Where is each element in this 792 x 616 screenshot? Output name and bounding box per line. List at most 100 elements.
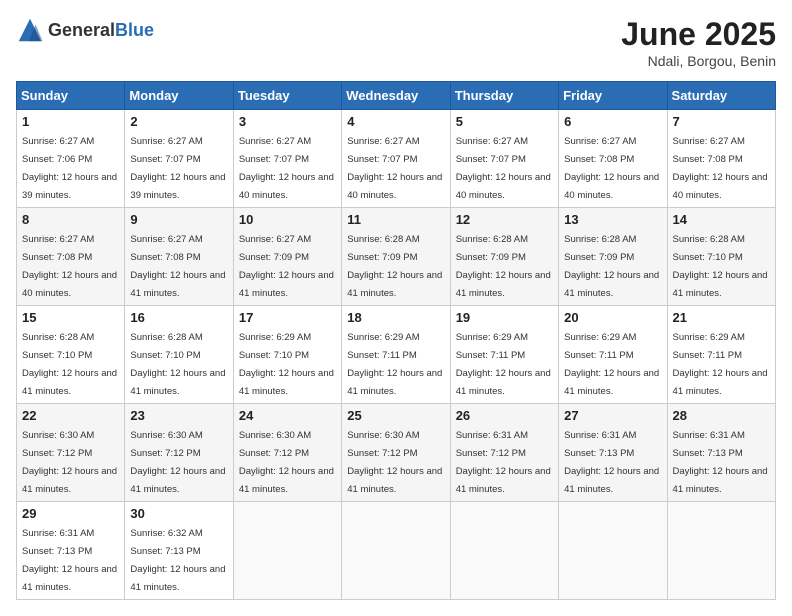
calendar-cell: 16 Sunrise: 6:28 AMSunset: 7:10 PMDaylig… [125,306,233,404]
day-info: Sunrise: 6:28 AMSunset: 7:09 PMDaylight:… [347,234,442,299]
calendar-cell: 20 Sunrise: 6:29 AMSunset: 7:11 PMDaylig… [559,306,667,404]
day-info: Sunrise: 6:30 AMSunset: 7:12 PMDaylight:… [347,430,442,495]
calendar-cell: 17 Sunrise: 6:29 AMSunset: 7:10 PMDaylig… [233,306,341,404]
calendar-table: SundayMondayTuesdayWednesdayThursdayFrid… [16,81,776,600]
calendar-cell [450,502,558,600]
day-number: 4 [347,114,444,129]
day-info: Sunrise: 6:30 AMSunset: 7:12 PMDaylight:… [130,430,225,495]
day-number: 30 [130,506,227,521]
day-number: 3 [239,114,336,129]
day-info: Sunrise: 6:31 AMSunset: 7:13 PMDaylight:… [22,528,117,593]
calendar-cell: 3 Sunrise: 6:27 AMSunset: 7:07 PMDayligh… [233,110,341,208]
day-number: 12 [456,212,553,227]
day-info: Sunrise: 6:29 AMSunset: 7:10 PMDaylight:… [239,332,334,397]
calendar-cell: 18 Sunrise: 6:29 AMSunset: 7:11 PMDaylig… [342,306,450,404]
month-title: June 2025 [621,16,776,53]
day-number: 17 [239,310,336,325]
day-number: 11 [347,212,444,227]
day-number: 18 [347,310,444,325]
calendar-cell: 1 Sunrise: 6:27 AMSunset: 7:06 PMDayligh… [17,110,125,208]
weekday-header: Monday [125,82,233,110]
day-number: 24 [239,408,336,423]
day-number: 28 [673,408,770,423]
day-info: Sunrise: 6:27 AMSunset: 7:07 PMDaylight:… [130,136,225,201]
weekday-header: Sunday [17,82,125,110]
calendar-week-row: 8 Sunrise: 6:27 AMSunset: 7:08 PMDayligh… [17,208,776,306]
weekday-header: Thursday [450,82,558,110]
day-number: 13 [564,212,661,227]
day-info: Sunrise: 6:27 AMSunset: 7:09 PMDaylight:… [239,234,334,299]
calendar-cell: 27 Sunrise: 6:31 AMSunset: 7:13 PMDaylig… [559,404,667,502]
weekday-header: Friday [559,82,667,110]
day-info: Sunrise: 6:27 AMSunset: 7:08 PMDaylight:… [564,136,659,201]
day-info: Sunrise: 6:27 AMSunset: 7:07 PMDaylight:… [456,136,551,201]
calendar-cell: 22 Sunrise: 6:30 AMSunset: 7:12 PMDaylig… [17,404,125,502]
weekday-header: Wednesday [342,82,450,110]
day-info: Sunrise: 6:27 AMSunset: 7:06 PMDaylight:… [22,136,117,201]
calendar-cell: 26 Sunrise: 6:31 AMSunset: 7:12 PMDaylig… [450,404,558,502]
calendar-cell: 2 Sunrise: 6:27 AMSunset: 7:07 PMDayligh… [125,110,233,208]
calendar-cell: 15 Sunrise: 6:28 AMSunset: 7:10 PMDaylig… [17,306,125,404]
calendar-cell: 4 Sunrise: 6:27 AMSunset: 7:07 PMDayligh… [342,110,450,208]
calendar-header-row: SundayMondayTuesdayWednesdayThursdayFrid… [17,82,776,110]
day-number: 27 [564,408,661,423]
calendar-cell: 11 Sunrise: 6:28 AMSunset: 7:09 PMDaylig… [342,208,450,306]
day-number: 22 [22,408,119,423]
day-number: 1 [22,114,119,129]
day-info: Sunrise: 6:29 AMSunset: 7:11 PMDaylight:… [673,332,768,397]
calendar-cell: 9 Sunrise: 6:27 AMSunset: 7:08 PMDayligh… [125,208,233,306]
title-area: June 2025 Ndali, Borgou, Benin [621,16,776,69]
weekday-header: Saturday [667,82,775,110]
day-number: 16 [130,310,227,325]
day-info: Sunrise: 6:31 AMSunset: 7:12 PMDaylight:… [456,430,551,495]
calendar-cell: 28 Sunrise: 6:31 AMSunset: 7:13 PMDaylig… [667,404,775,502]
day-info: Sunrise: 6:29 AMSunset: 7:11 PMDaylight:… [347,332,442,397]
calendar-week-row: 29 Sunrise: 6:31 AMSunset: 7:13 PMDaylig… [17,502,776,600]
day-number: 25 [347,408,444,423]
logo-text-blue: Blue [115,20,154,40]
calendar-cell: 8 Sunrise: 6:27 AMSunset: 7:08 PMDayligh… [17,208,125,306]
calendar-week-row: 15 Sunrise: 6:28 AMSunset: 7:10 PMDaylig… [17,306,776,404]
day-number: 14 [673,212,770,227]
day-number: 8 [22,212,119,227]
day-info: Sunrise: 6:27 AMSunset: 7:08 PMDaylight:… [673,136,768,201]
calendar-cell: 14 Sunrise: 6:28 AMSunset: 7:10 PMDaylig… [667,208,775,306]
calendar-week-row: 1 Sunrise: 6:27 AMSunset: 7:06 PMDayligh… [17,110,776,208]
day-number: 26 [456,408,553,423]
calendar-cell: 13 Sunrise: 6:28 AMSunset: 7:09 PMDaylig… [559,208,667,306]
calendar-cell [233,502,341,600]
day-number: 15 [22,310,119,325]
calendar-cell [342,502,450,600]
calendar-cell: 29 Sunrise: 6:31 AMSunset: 7:13 PMDaylig… [17,502,125,600]
calendar-cell: 30 Sunrise: 6:32 AMSunset: 7:13 PMDaylig… [125,502,233,600]
logo-icon [16,16,44,44]
calendar-cell: 21 Sunrise: 6:29 AMSunset: 7:11 PMDaylig… [667,306,775,404]
calendar-cell: 19 Sunrise: 6:29 AMSunset: 7:11 PMDaylig… [450,306,558,404]
calendar-cell: 7 Sunrise: 6:27 AMSunset: 7:08 PMDayligh… [667,110,775,208]
day-number: 2 [130,114,227,129]
calendar-cell: 12 Sunrise: 6:28 AMSunset: 7:09 PMDaylig… [450,208,558,306]
day-info: Sunrise: 6:27 AMSunset: 7:08 PMDaylight:… [130,234,225,299]
day-number: 6 [564,114,661,129]
day-info: Sunrise: 6:28 AMSunset: 7:09 PMDaylight:… [564,234,659,299]
day-number: 29 [22,506,119,521]
calendar-cell: 10 Sunrise: 6:27 AMSunset: 7:09 PMDaylig… [233,208,341,306]
day-number: 9 [130,212,227,227]
day-info: Sunrise: 6:29 AMSunset: 7:11 PMDaylight:… [564,332,659,397]
day-info: Sunrise: 6:28 AMSunset: 7:10 PMDaylight:… [130,332,225,397]
calendar-week-row: 22 Sunrise: 6:30 AMSunset: 7:12 PMDaylig… [17,404,776,502]
calendar-cell [667,502,775,600]
calendar-cell [559,502,667,600]
day-info: Sunrise: 6:31 AMSunset: 7:13 PMDaylight:… [564,430,659,495]
calendar-cell: 6 Sunrise: 6:27 AMSunset: 7:08 PMDayligh… [559,110,667,208]
weekday-header: Tuesday [233,82,341,110]
logo: GeneralBlue [16,16,154,44]
day-info: Sunrise: 6:28 AMSunset: 7:10 PMDaylight:… [22,332,117,397]
location-title: Ndali, Borgou, Benin [621,53,776,69]
page-header: GeneralBlue June 2025 Ndali, Borgou, Ben… [16,16,776,69]
day-info: Sunrise: 6:31 AMSunset: 7:13 PMDaylight:… [673,430,768,495]
day-info: Sunrise: 6:28 AMSunset: 7:09 PMDaylight:… [456,234,551,299]
day-number: 20 [564,310,661,325]
calendar-cell: 23 Sunrise: 6:30 AMSunset: 7:12 PMDaylig… [125,404,233,502]
day-info: Sunrise: 6:27 AMSunset: 7:07 PMDaylight:… [347,136,442,201]
